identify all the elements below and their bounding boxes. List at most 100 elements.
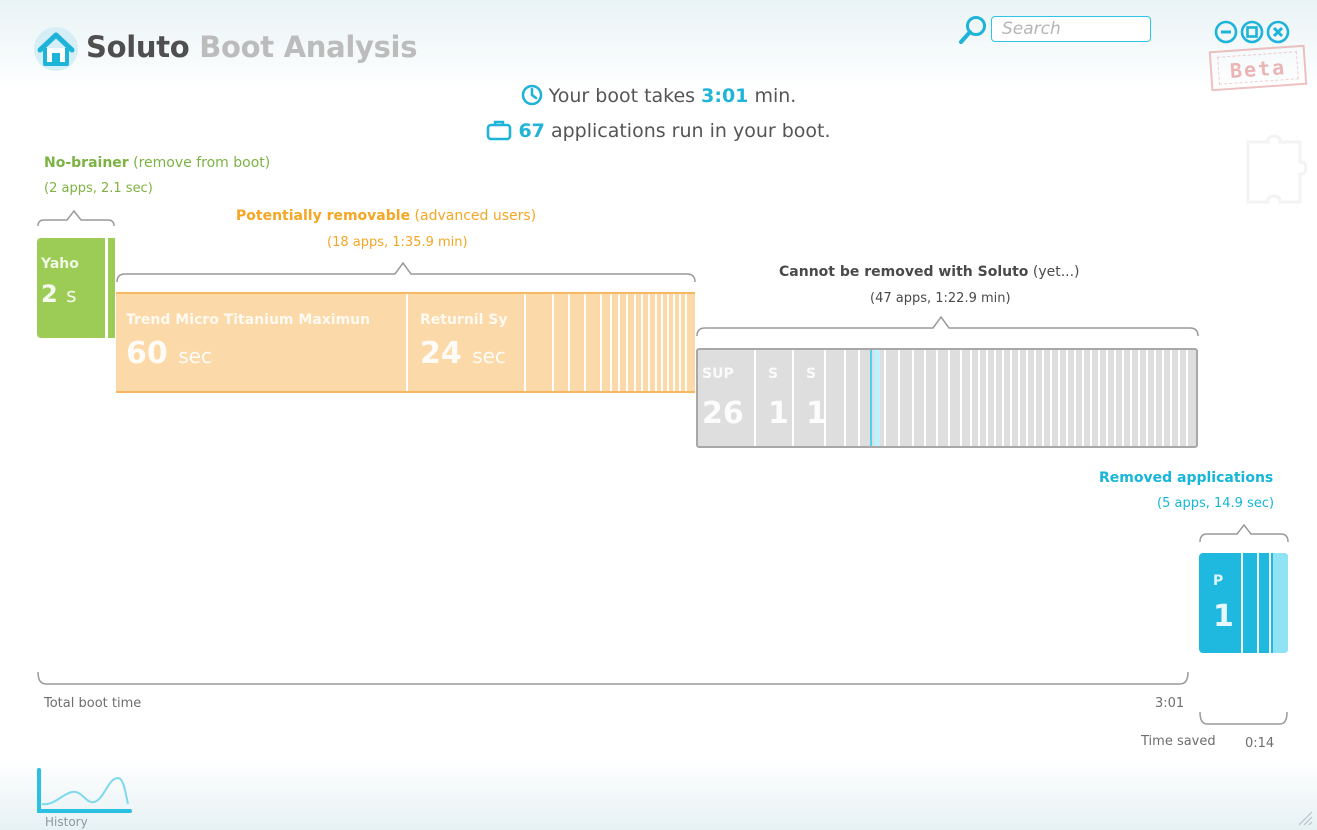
app-divider	[1066, 350, 1068, 446]
app-divider	[634, 294, 636, 391]
removed-app-last-segment[interactable]	[1273, 553, 1288, 653]
cannot-remove-apps[interactable]: SUP 26 S 1 S 1	[696, 348, 1198, 448]
maximize-icon[interactable]	[1240, 20, 1264, 44]
removed-apps-block[interactable]: P 1	[1199, 553, 1288, 653]
app-name-trend-micro: Trend Micro Titanium Maximun	[126, 312, 371, 328]
app-time-sup: 26	[702, 396, 744, 431]
app-time-trend-micro: 60 sec	[126, 336, 212, 371]
total-boot-label: Total boot time	[44, 696, 142, 711]
resize-grip-icon[interactable]	[1295, 808, 1313, 826]
app-divider	[1241, 553, 1243, 653]
app-divider	[1026, 350, 1028, 446]
app-divider	[610, 294, 612, 391]
app-divider	[844, 350, 846, 446]
app-divider	[661, 294, 663, 391]
app-name-sup: SUP	[702, 366, 734, 382]
no-brainer-bracket	[37, 209, 115, 227]
app-divider	[1018, 350, 1020, 446]
cannot-remove-title: Cannot be removed with Soluto (yet...)	[779, 264, 1080, 280]
app-divider	[1154, 350, 1156, 446]
app-divider	[994, 350, 996, 446]
no-brainer-app-name: Yaho	[41, 256, 79, 272]
app-divider	[912, 350, 914, 446]
app-divider	[1098, 350, 1100, 446]
app-divider	[1269, 553, 1271, 653]
highlighted-app-segment[interactable]	[874, 350, 880, 446]
time-saved-label: Time saved	[1141, 734, 1216, 749]
app-divider	[754, 350, 756, 446]
app-title: Soluto Boot Analysis	[86, 30, 417, 64]
app-name: Soluto	[86, 30, 190, 64]
total-boot-value: 3:01	[1155, 696, 1185, 711]
app-divider	[626, 294, 628, 391]
app-divider	[898, 350, 900, 446]
app-divider	[685, 294, 687, 391]
app-divider	[1114, 350, 1116, 446]
app-divider-highlight	[870, 350, 872, 446]
potentially-removable-apps[interactable]: Trend Micro Titanium Maximun 60 sec Retu…	[116, 292, 695, 393]
app-divider	[1042, 350, 1044, 446]
bottom-bar	[0, 760, 1317, 830]
boot-time-value: 3:01	[701, 85, 749, 107]
app-divider	[948, 350, 950, 446]
briefcase-icon	[487, 120, 512, 141]
app-divider	[1186, 350, 1188, 446]
clock-icon	[521, 84, 542, 106]
app-divider	[1010, 350, 1012, 446]
app-divider	[792, 350, 794, 446]
app-time-s2: 1	[806, 396, 824, 431]
app-divider	[960, 350, 962, 446]
potentially-removable-title: Potentially removable (advanced users)	[236, 208, 537, 224]
potentially-removable-stats: (18 apps, 1:35.9 min)	[327, 235, 468, 250]
app-divider	[1162, 350, 1164, 446]
total-boot-bracket	[37, 671, 1189, 685]
app-divider	[1130, 350, 1132, 446]
cannot-remove-bracket	[696, 315, 1199, 337]
no-brainer-stats: (2 apps, 2.1 sec)	[44, 181, 153, 196]
app-divider	[1082, 350, 1084, 446]
app-divider	[970, 350, 972, 446]
no-brainer-title: No-brainer (remove from boot)	[44, 155, 271, 171]
removed-app-time: 1	[1213, 599, 1234, 634]
app-divider	[655, 294, 657, 391]
boot-time-summary: Your boot takes 3:01 min.	[0, 84, 1317, 107]
app-divider	[584, 294, 586, 391]
boot-suffix: min.	[754, 85, 797, 107]
minimize-icon[interactable]	[1214, 20, 1238, 44]
potentially-removable-bracket	[116, 261, 696, 283]
app-divider	[858, 350, 860, 446]
app-divider	[667, 294, 669, 391]
app-divider	[641, 294, 643, 391]
app-divider	[1146, 350, 1148, 446]
app-name-returnil: Returnil Sy	[420, 312, 508, 328]
app-time-returnil: 24 sec	[420, 336, 506, 371]
app-count-value: 67	[518, 120, 545, 142]
no-brainer-app-time: 2 s	[41, 280, 77, 308]
app-divider	[936, 350, 938, 446]
app-divider	[884, 350, 886, 446]
app-time-s1: 1	[768, 396, 789, 431]
time-saved-bracket	[1199, 711, 1288, 725]
app-divider	[648, 294, 650, 391]
app-divider	[600, 294, 602, 391]
history-label[interactable]: History	[45, 815, 88, 829]
app-divider	[1257, 553, 1259, 653]
search-input[interactable]	[991, 16, 1151, 42]
history-chart-icon[interactable]	[36, 768, 132, 814]
app-name-s1: S	[768, 366, 779, 382]
no-brainer-app-block[interactable]: Yaho 2 s	[37, 238, 115, 338]
app-subtitle: Boot Analysis	[199, 30, 418, 64]
removed-apps-title: Removed applications	[1099, 470, 1274, 486]
close-icon[interactable]	[1266, 20, 1290, 44]
no-brainer-app-block-second[interactable]	[108, 238, 115, 338]
app-divider	[679, 294, 681, 391]
app-divider	[1170, 350, 1172, 446]
app-count-summary: 67 applications run in your boot.	[0, 119, 1317, 142]
app-name-s2: S	[806, 366, 817, 382]
app-divider	[824, 350, 826, 446]
search-icon[interactable]	[957, 14, 989, 46]
app-divider	[552, 294, 554, 391]
home-icon[interactable]	[33, 26, 79, 72]
app-divider	[1074, 350, 1076, 446]
app-divider	[1002, 350, 1004, 446]
